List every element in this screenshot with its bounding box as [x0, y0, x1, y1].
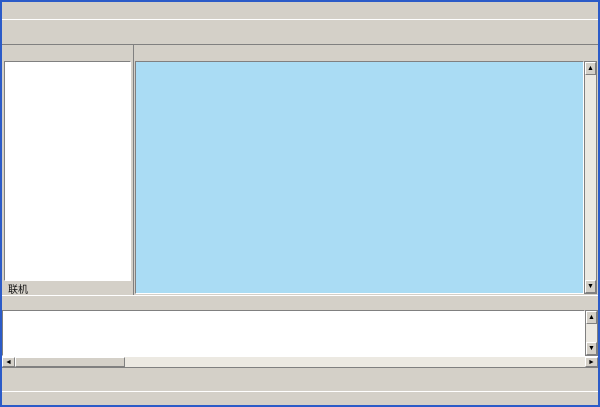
diagram-panel: ▲ ▼ — [134, 45, 598, 295]
microprogram-table-zone: ▲ ▼ — [2, 310, 598, 356]
main-area: 联机 ▲ ▼ — [2, 45, 598, 295]
bottom-tab-bar — [2, 295, 598, 310]
diagram-scrollbar[interactable]: ▲ ▼ — [584, 61, 597, 294]
menu-bar — [2, 2, 598, 20]
scroll-track[interactable] — [585, 75, 596, 280]
link-status-strip: 联机 — [2, 281, 133, 295]
scroll-track[interactable] — [125, 357, 585, 367]
code-listing[interactable] — [4, 61, 131, 281]
table-hscrollbar[interactable]: ◄ ► — [2, 356, 598, 367]
table-scrollbar[interactable]: ▲ ▼ — [585, 310, 598, 356]
diagram-tab-bar — [134, 45, 598, 61]
scroll-left-icon[interactable]: ◄ — [2, 357, 15, 367]
toolbar — [2, 20, 598, 45]
status-bar — [2, 391, 598, 405]
app-window: 联机 ▲ ▼ ▲ ▼ ◄ ► — [0, 0, 600, 407]
scroll-down-icon[interactable]: ▼ — [586, 342, 597, 355]
control-signal-row — [2, 367, 598, 391]
scroll-right-icon[interactable]: ► — [585, 357, 598, 367]
cpu-structure-diagram — [135, 61, 584, 294]
diagram-wrap: ▲ ▼ — [135, 61, 597, 294]
left-tab-bar — [2, 45, 133, 61]
debug-panel: 联机 — [2, 45, 134, 295]
link-status: 联机 — [8, 281, 28, 296]
scroll-up-icon[interactable]: ▲ — [586, 311, 597, 324]
scroll-track[interactable] — [586, 324, 597, 342]
microprogram-table[interactable] — [2, 310, 585, 356]
scroll-up-icon[interactable]: ▲ — [585, 62, 596, 75]
scroll-thumb[interactable] — [15, 357, 125, 367]
scroll-down-icon[interactable]: ▼ — [585, 280, 596, 293]
